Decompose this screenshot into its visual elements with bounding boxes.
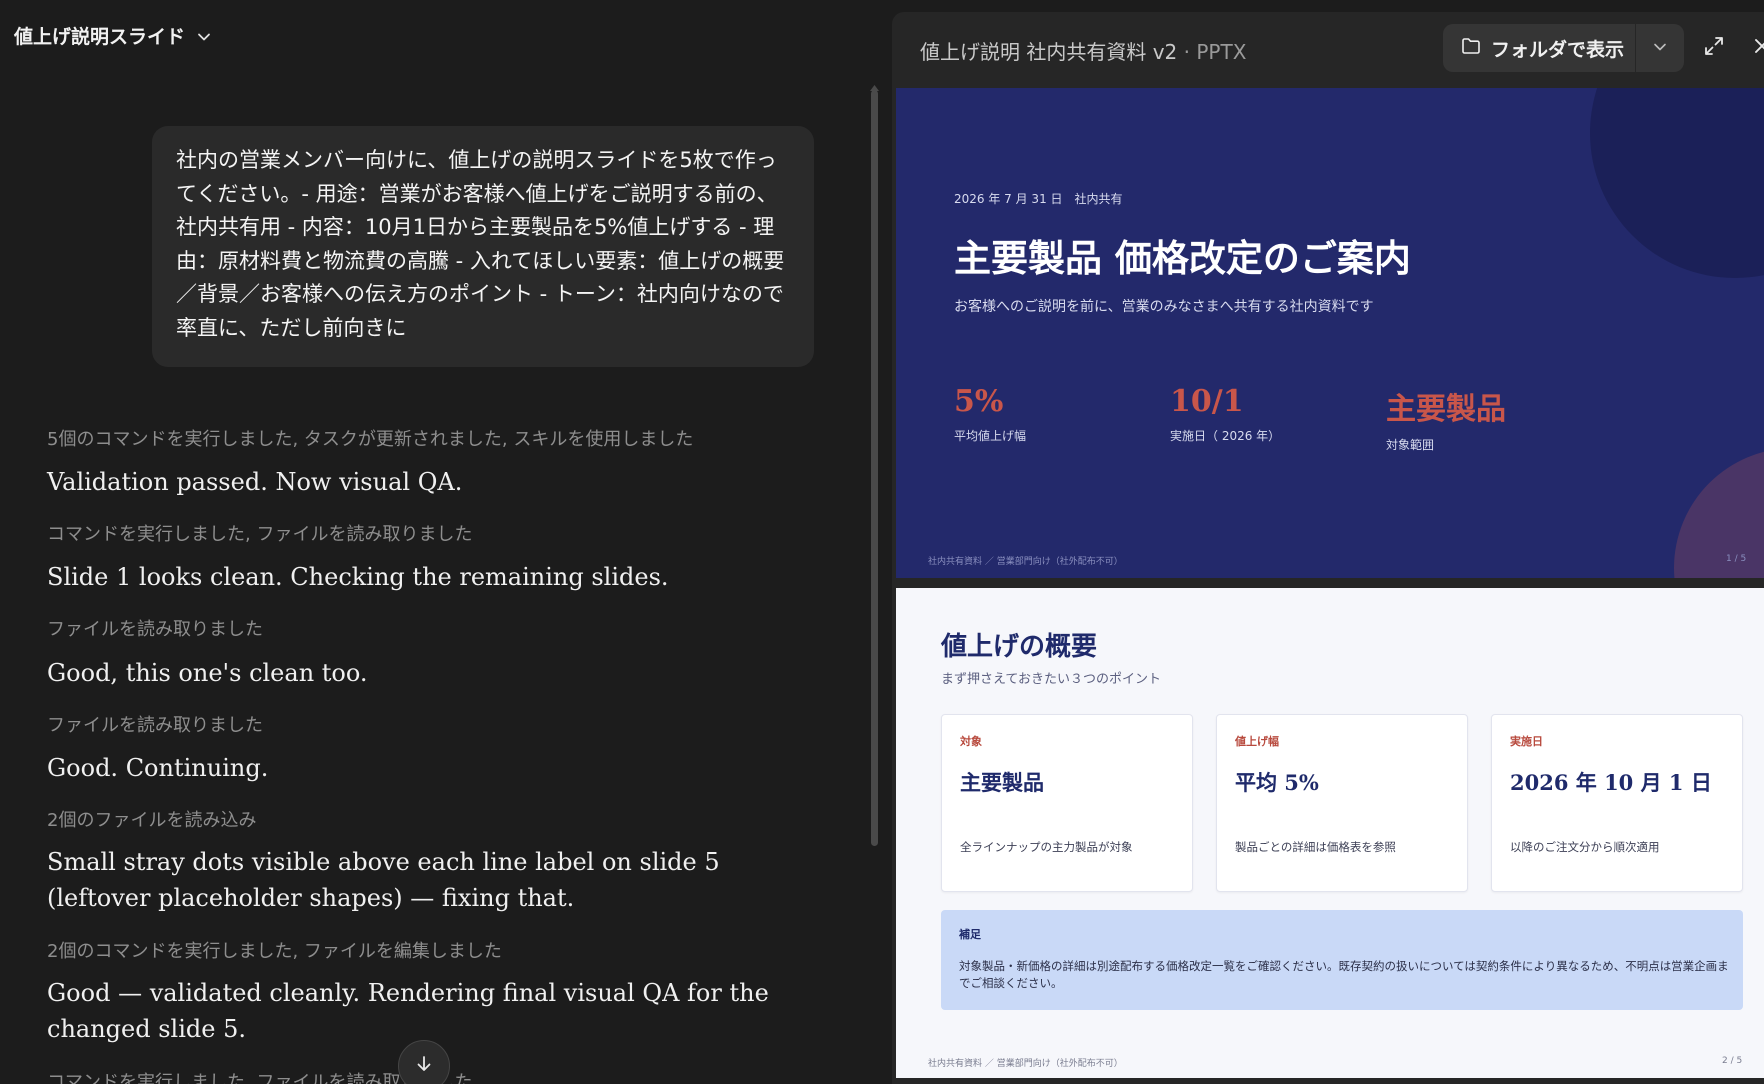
slide-subtitle: お客様へのご説明を前に、営業のみなさまへ共有する社内資料です — [954, 299, 1374, 315]
close-icon — [1752, 36, 1764, 60]
overview-card-date: 実施日 2026 年 10 月 1 日 以降のご注文分から順次適用 — [1491, 714, 1743, 892]
assistant-message: Good. Continuing. — [47, 754, 269, 782]
decorative-circle — [1674, 448, 1764, 578]
chat-header[interactable]: 値上げ説明スライド — [14, 22, 211, 49]
tool-activity-summary[interactable]: 2個のコマンドを実行しました, ファイルを編集しました — [47, 937, 807, 963]
preview-header: 値上げ説明 社内共有資料 v2 · PPTX フォルダで表示 — [892, 12, 1764, 84]
stat-value: 5% — [954, 384, 1004, 419]
stat-effective-date: 10/1 実施日（ 2026 年） — [1170, 384, 1280, 444]
assistant-message: Slide 1 looks clean. Checking the remain… — [47, 563, 669, 591]
overview-card-target: 対象 主要製品 全ラインナップの主力製品が対象 — [941, 714, 1193, 892]
chat-title[interactable]: 値上げ説明スライド — [14, 22, 185, 49]
tool-activity-summary[interactable]: 5個のコマンドを実行しました, タスクが更新されました, スキルを使用しました — [47, 425, 807, 451]
card-label: 実施日 — [1510, 735, 1543, 748]
card-description: 以降のご注文分から順次適用 — [1510, 840, 1660, 854]
slides-scroll-area[interactable]: 2026 年 7 月 31 日 社内共有 主要製品 価格改定のご案内 お客様への… — [896, 88, 1764, 1084]
stat-label: 実施日（ 2026 年） — [1170, 429, 1281, 443]
chevron-down-icon — [1653, 39, 1667, 58]
assistant-message: Small stray dots visible above each line… — [47, 848, 720, 912]
expand-preview-button[interactable] — [1700, 34, 1728, 62]
tool-activity-summary[interactable]: ファイルを読み取りました — [47, 615, 807, 641]
assistant-message: Validation passed. Now visual QA. — [47, 468, 463, 496]
title-separator: · — [1183, 40, 1190, 64]
decorative-circle — [1590, 88, 1764, 278]
card-description: 全ラインナップの主力製品が対象 — [960, 840, 1133, 854]
slide-divider — [896, 578, 1764, 588]
preview-file-type: PPTX — [1196, 40, 1247, 64]
slide-page-number: 2 / 5 — [1722, 1056, 1743, 1066]
arrow-down-icon — [414, 1054, 434, 1078]
assistant-message: Good, this one's clean too. — [47, 659, 368, 687]
chat-scrollbar-thumb[interactable] — [871, 90, 878, 846]
card-value: 主要製品 — [960, 770, 1044, 795]
stat-average-increase: 5% 平均値上げ幅 — [954, 384, 1026, 444]
slide-title: 主要製品 価格改定のご案内 — [954, 236, 1411, 280]
note-text: 対象製品・新価格の詳細は別途配布する価格改定一覧をご確認ください。既存契約の扱い… — [959, 959, 1729, 990]
show-in-folder-menu-button[interactable] — [1636, 24, 1684, 72]
expand-icon — [1702, 34, 1726, 62]
overview-card-increase: 値上げ幅 平均 5% 製品ごとの詳細は価格表を参照 — [1216, 714, 1468, 892]
user-message-bubble: 社内の営業メンバー向けに、値上げの説明スライドを5枚で作ってください。- 用途：… — [152, 126, 814, 367]
stat-value: 10/1 — [1170, 384, 1244, 419]
slide-subtitle: まず押さえておきたい３つのポイント — [941, 672, 1161, 687]
card-value: 平均 5% — [1235, 770, 1319, 795]
scroll-to-bottom-button[interactable] — [398, 1040, 450, 1084]
slide-footer: 社内共有資料 ／ 営業部門向け（社外配布不可） — [928, 557, 1123, 567]
preview-file-title: 値上げ説明 社内共有資料 v2 · PPTX — [920, 36, 1246, 65]
show-in-folder-button[interactable]: フォルダで表示 — [1443, 24, 1635, 72]
card-label: 値上げ幅 — [1235, 735, 1279, 748]
slide-footer: 社内共有資料 ／ 営業部門向け（社外配布不可） — [928, 1059, 1123, 1069]
chat-pane: 値上げ説明スライド 社内の営業メンバー向けに、値上げの説明スライドを5枚で作って… — [0, 0, 880, 1084]
slide-date: 2026 年 7 月 31 日 社内共有 — [954, 192, 1123, 206]
card-value: 2026 年 10 月 1 日 — [1510, 770, 1712, 795]
stat-value: 主要製品 — [1386, 392, 1506, 427]
preview-file-name: 値上げ説明 社内共有資料 v2 — [920, 40, 1178, 64]
close-preview-button[interactable] — [1748, 34, 1764, 62]
slide-title: 値上げの概要 — [941, 632, 1098, 662]
supplement-note-box: 補足 対象製品・新価格の詳細は別途配布する価格改定一覧をご確認ください。既存契約… — [941, 910, 1743, 1010]
chat-scroll-area[interactable]: 社内の営業メンバー向けに、値上げの説明スライドを5枚で作ってください。- 用途：… — [0, 80, 866, 1084]
tool-activity-summary[interactable]: ファイルを読み取りました — [47, 711, 807, 737]
slide-2: 値上げの概要 まず押さえておきたい３つのポイント 対象 主要製品 全ラインナップ… — [896, 588, 1764, 1078]
slide-page-number: 1 / 5 — [1726, 554, 1747, 564]
chevron-down-icon[interactable] — [197, 29, 211, 43]
card-label: 対象 — [960, 735, 982, 748]
tool-activity-summary[interactable]: コマンドを実行しました, ファイルを読み取りました — [47, 520, 807, 546]
show-in-folder-label: フォルダで表示 — [1491, 38, 1625, 61]
tool-activity-summary[interactable]: 2個のファイルを読み込み — [47, 806, 807, 832]
note-label: 補足 — [959, 928, 981, 941]
assistant-message: Good — validated cleanly. Rendering fina… — [47, 979, 769, 1043]
slide-1: 2026 年 7 月 31 日 社内共有 主要製品 価格改定のご案内 お客様への… — [896, 88, 1764, 578]
scroll-up-arrow-icon[interactable] — [870, 76, 879, 91]
card-description: 製品ごとの詳細は価格表を参照 — [1235, 840, 1396, 854]
stat-label: 平均値上げ幅 — [954, 429, 1027, 443]
stat-label: 対象範囲 — [1386, 438, 1435, 452]
folder-icon — [1461, 37, 1481, 60]
stat-scope: 主要製品 対象範囲 — [1386, 384, 1506, 453]
file-preview-pane: 値上げ説明 社内共有資料 v2 · PPTX フォルダで表示 2026 年 7 … — [892, 12, 1764, 1084]
